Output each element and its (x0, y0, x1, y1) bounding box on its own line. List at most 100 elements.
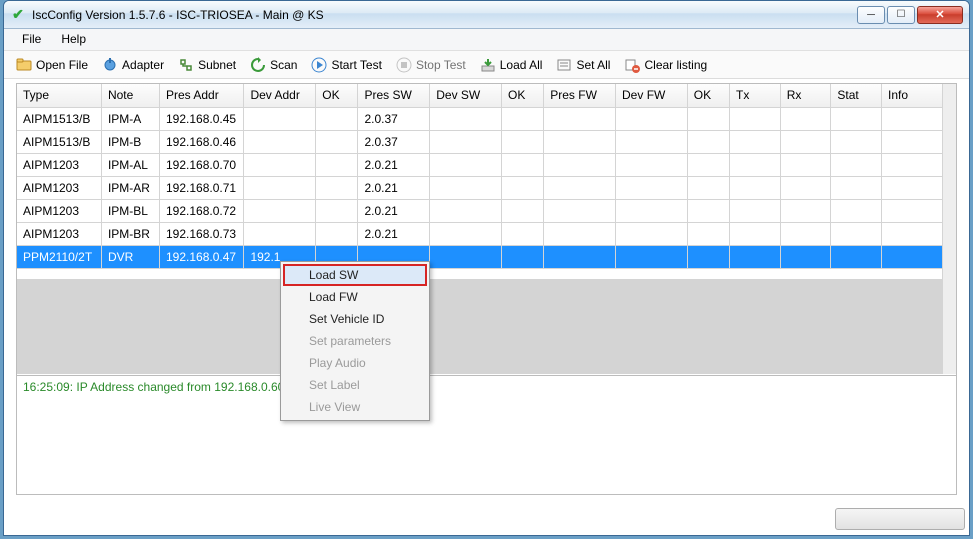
cell-pres_addr[interactable]: 192.168.0.47 (160, 245, 244, 268)
cell-pres_addr[interactable]: 192.168.0.73 (160, 222, 244, 245)
cell-rx[interactable] (780, 199, 831, 222)
cell-dev_addr[interactable] (244, 199, 316, 222)
menu-help[interactable]: Help (51, 29, 96, 50)
ctx-load-sw[interactable]: Load SW (283, 264, 427, 286)
cell-type[interactable]: AIPM1203 (17, 199, 101, 222)
cell-ok3[interactable] (687, 176, 729, 199)
cell-dev_sw[interactable] (430, 176, 502, 199)
table-row[interactable]: AIPM1513/BIPM-A192.168.0.452.0.37 (17, 107, 956, 130)
cell-dev_sw[interactable] (430, 107, 502, 130)
col-ok2[interactable]: OK (502, 84, 544, 107)
ctx-load-fw[interactable]: Load FW (283, 286, 427, 308)
cell-pres_fw[interactable] (544, 199, 616, 222)
cell-rx[interactable] (780, 153, 831, 176)
cell-note[interactable]: IPM-AL (101, 153, 159, 176)
cell-dev_fw[interactable] (616, 199, 688, 222)
cell-ok2[interactable] (502, 153, 544, 176)
cell-tx[interactable] (730, 199, 781, 222)
cell-type[interactable]: AIPM1203 (17, 153, 101, 176)
col-note[interactable]: Note (101, 84, 159, 107)
cell-dev_sw[interactable] (430, 199, 502, 222)
cell-ok3[interactable] (687, 199, 729, 222)
cell-stat[interactable] (831, 153, 882, 176)
cell-rx[interactable] (780, 245, 831, 268)
cell-note[interactable]: IPM-BL (101, 199, 159, 222)
log-panel[interactable]: 16:25:09: IP Address changed from 192.16… (17, 375, 956, 494)
cell-ok1[interactable] (316, 130, 358, 153)
cell-pres_sw[interactable]: 2.0.37 (358, 107, 430, 130)
col-dev-sw[interactable]: Dev SW (430, 84, 502, 107)
cell-dev_addr[interactable] (244, 153, 316, 176)
maximize-button[interactable] (887, 6, 915, 24)
col-ok1[interactable]: OK (316, 84, 358, 107)
col-pres-fw[interactable]: Pres FW (544, 84, 616, 107)
cell-tx[interactable] (730, 107, 781, 130)
cell-ok2[interactable] (502, 107, 544, 130)
vertical-scrollbar[interactable] (942, 84, 956, 374)
cell-rx[interactable] (780, 107, 831, 130)
cell-type[interactable]: PPM2110/2T (17, 245, 101, 268)
cell-dev_fw[interactable] (616, 130, 688, 153)
menu-file[interactable]: File (12, 29, 51, 50)
cell-stat[interactable] (831, 199, 882, 222)
cell-note[interactable]: IPM-BR (101, 222, 159, 245)
cell-dev_sw[interactable] (430, 130, 502, 153)
cell-ok3[interactable] (687, 245, 729, 268)
cell-stat[interactable] (831, 107, 882, 130)
table-row[interactable]: AIPM1203IPM-BL192.168.0.722.0.21 (17, 199, 956, 222)
cell-dev_fw[interactable] (616, 153, 688, 176)
cell-tx[interactable] (730, 130, 781, 153)
titlebar[interactable]: ✔ IscConfig Version 1.5.7.6 - ISC-TRIOSE… (4, 1, 969, 29)
cell-dev_addr[interactable] (244, 176, 316, 199)
cell-tx[interactable] (730, 222, 781, 245)
cell-pres_addr[interactable]: 192.168.0.45 (160, 107, 244, 130)
cell-ok2[interactable] (502, 176, 544, 199)
cell-type[interactable]: AIPM1513/B (17, 107, 101, 130)
minimize-button[interactable] (857, 6, 885, 24)
cell-dev_sw[interactable] (430, 245, 502, 268)
cell-ok2[interactable] (502, 245, 544, 268)
set-all-button[interactable]: Set All (552, 55, 614, 75)
cell-dev_sw[interactable] (430, 153, 502, 176)
status-button[interactable] (835, 508, 965, 530)
cell-rx[interactable] (780, 130, 831, 153)
cell-rx[interactable] (780, 176, 831, 199)
cell-ok1[interactable] (316, 107, 358, 130)
col-tx[interactable]: Tx (730, 84, 781, 107)
cell-tx[interactable] (730, 176, 781, 199)
adapter-button[interactable]: Adapter (98, 55, 168, 75)
cell-stat[interactable] (831, 222, 882, 245)
cell-pres_fw[interactable] (544, 130, 616, 153)
cell-note[interactable]: DVR (101, 245, 159, 268)
table-row[interactable]: PPM2110/2TDVR192.168.0.47192.1 (17, 245, 956, 268)
cell-pres_sw[interactable]: 2.0.21 (358, 153, 430, 176)
cell-tx[interactable] (730, 153, 781, 176)
col-stat[interactable]: Stat (831, 84, 882, 107)
subnet-button[interactable]: Subnet (174, 55, 240, 75)
table-row[interactable]: AIPM1203IPM-AL192.168.0.702.0.21 (17, 153, 956, 176)
cell-pres_sw[interactable]: 2.0.21 (358, 199, 430, 222)
cell-dev_addr[interactable] (244, 130, 316, 153)
cell-type[interactable]: AIPM1203 (17, 176, 101, 199)
load-all-button[interactable]: Load All (476, 55, 547, 75)
cell-stat[interactable] (831, 130, 882, 153)
col-ok3[interactable]: OK (687, 84, 729, 107)
cell-stat[interactable] (831, 245, 882, 268)
col-pres-sw[interactable]: Pres SW (358, 84, 430, 107)
table-row[interactable]: AIPM1203IPM-AR192.168.0.71 2.0.21 (17, 176, 956, 199)
cell-pres_fw[interactable] (544, 245, 616, 268)
cell-note[interactable]: IPM-AR (101, 176, 159, 199)
cell-tx[interactable] (730, 245, 781, 268)
cell-pres_sw[interactable]: 2.0.21 (358, 176, 430, 199)
header-row[interactable]: Type Note Pres Addr Dev Addr OK Pres SW … (17, 84, 956, 107)
cell-pres_fw[interactable] (544, 222, 616, 245)
cell-dev_addr[interactable] (244, 222, 316, 245)
cell-ok2[interactable] (502, 199, 544, 222)
open-file-button[interactable]: Open File (12, 55, 92, 75)
col-rx[interactable]: Rx (780, 84, 831, 107)
col-dev-fw[interactable]: Dev FW (616, 84, 688, 107)
cell-pres_addr[interactable]: 192.168.0.46 (160, 130, 244, 153)
cell-note[interactable]: IPM-B (101, 130, 159, 153)
cell-pres_addr[interactable]: 192.168.0.71 (160, 176, 244, 199)
ctx-set-vehicle-id[interactable]: Set Vehicle ID (283, 308, 427, 330)
